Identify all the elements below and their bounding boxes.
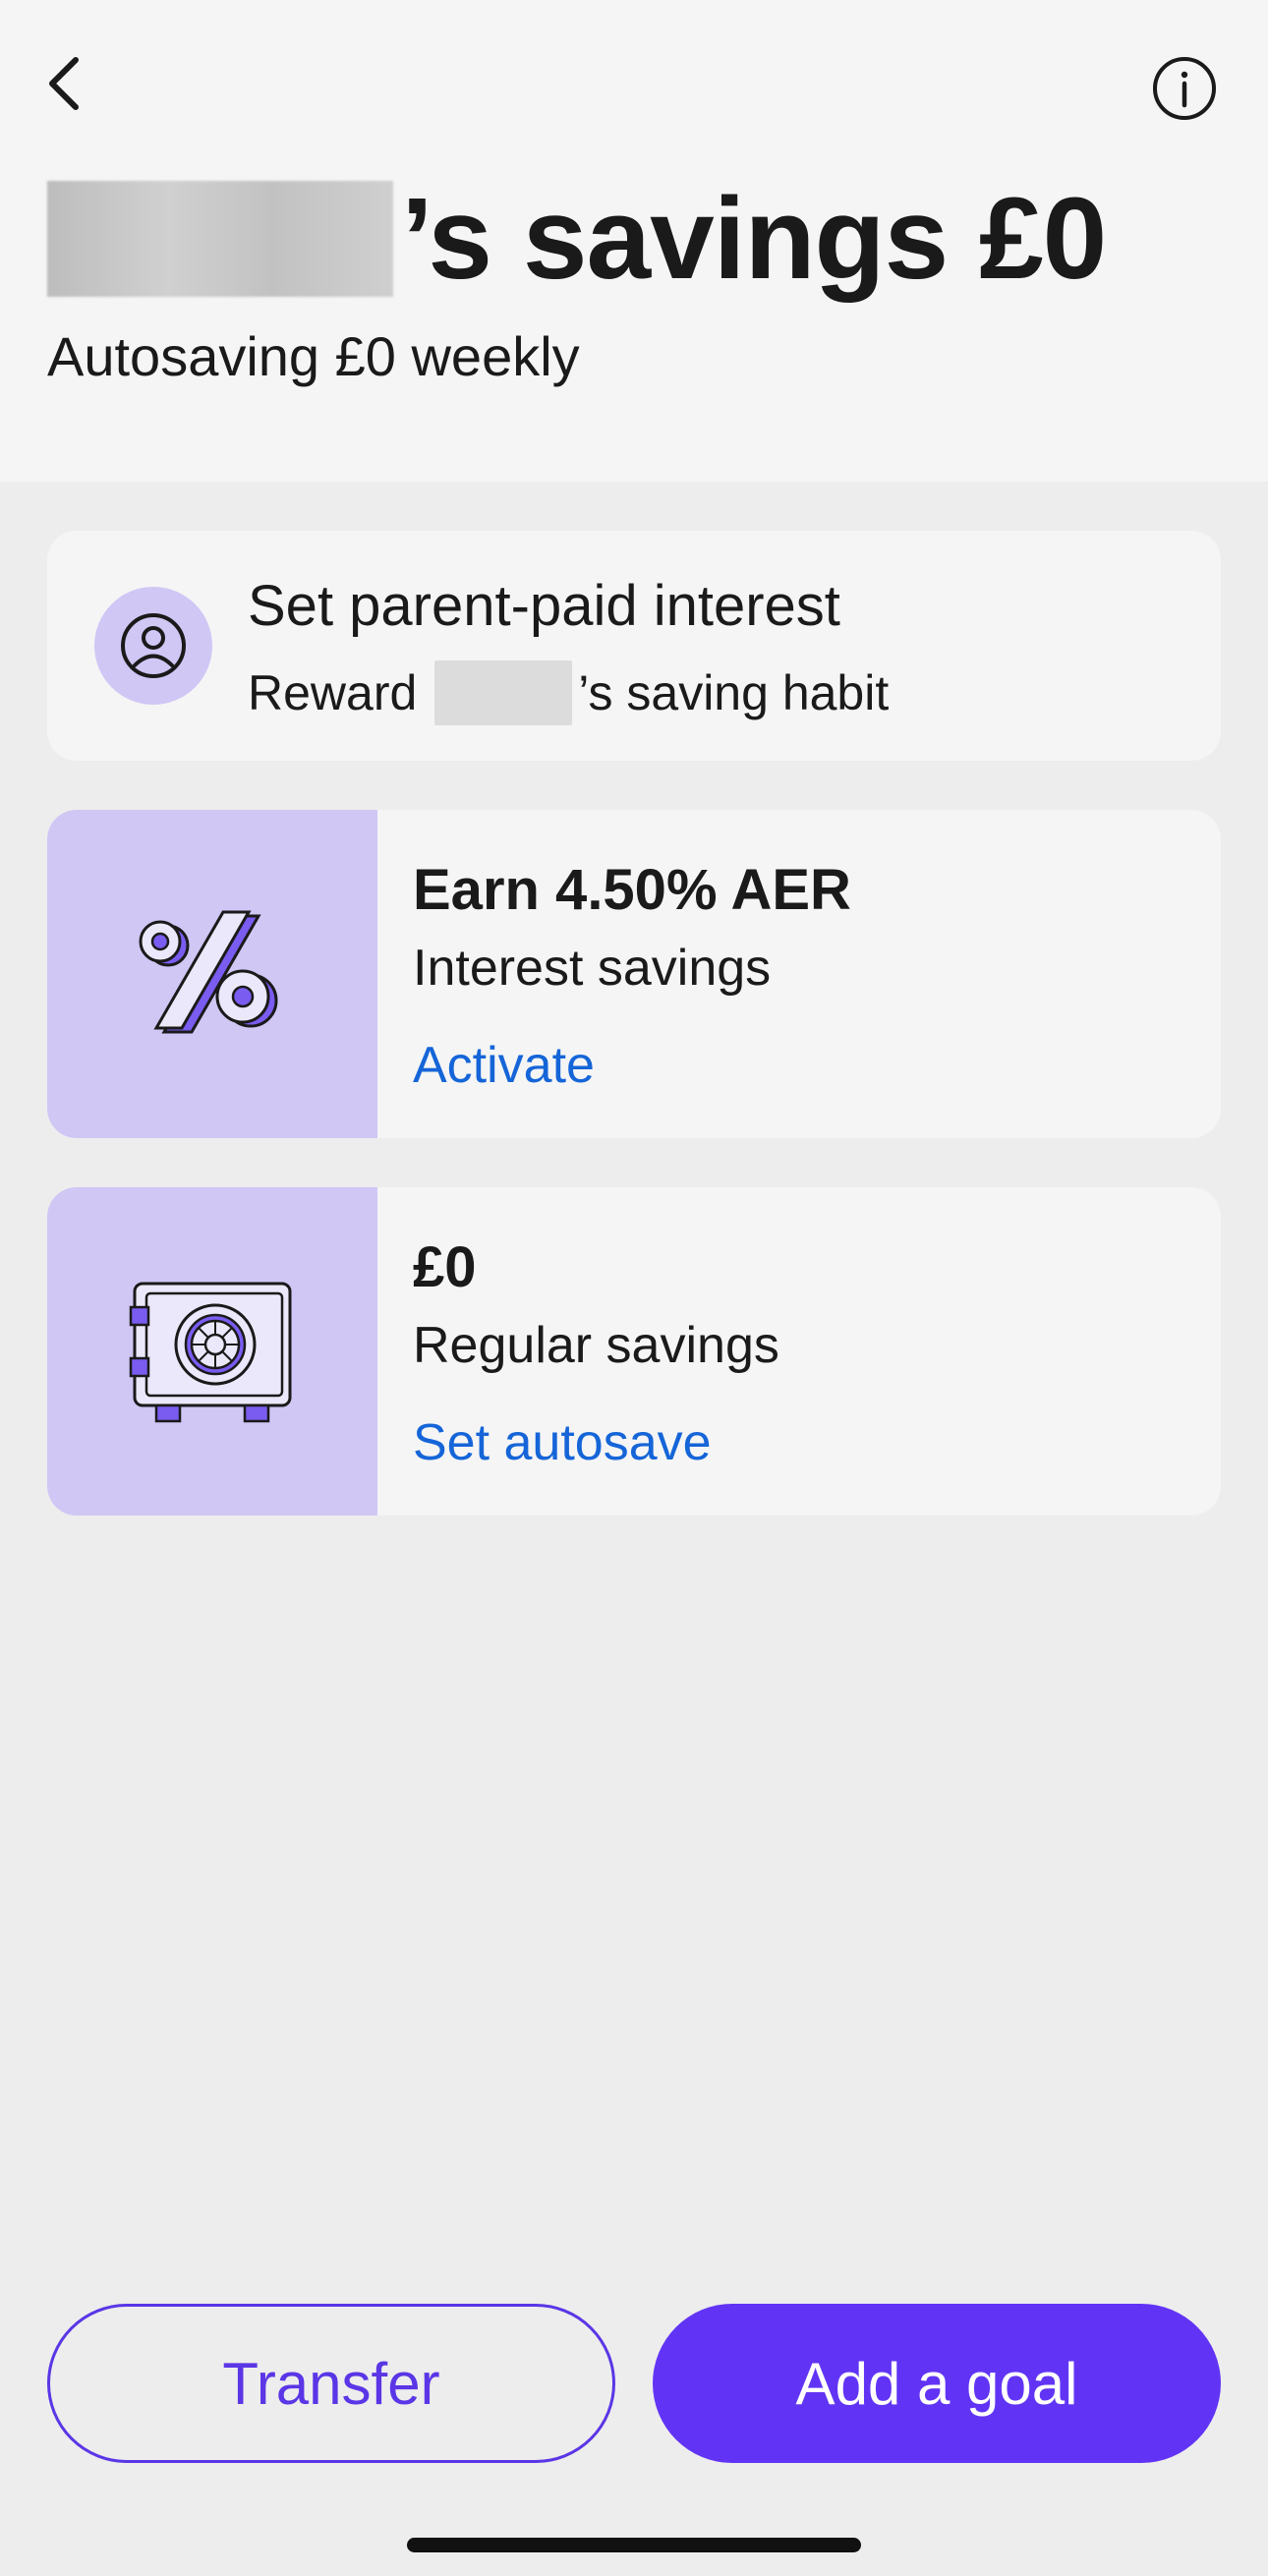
parent-interest-title: Set parent-paid interest bbox=[248, 574, 840, 638]
add-goal-button[interactable]: Add a goal bbox=[653, 2304, 1221, 2463]
interest-savings-label: Interest savings bbox=[413, 940, 772, 997]
parent-interest-card[interactable]: Set parent-paid interest Reward ’s savin… bbox=[47, 531, 1221, 761]
info-button[interactable] bbox=[1145, 49, 1224, 128]
activate-link[interactable]: Activate bbox=[413, 1037, 595, 1094]
avatar bbox=[94, 587, 212, 705]
set-autosave-link[interactable]: Set autosave bbox=[413, 1414, 712, 1471]
safe-icon bbox=[129, 1282, 292, 1423]
savings-balance: £0 bbox=[413, 1235, 477, 1299]
info-circle-icon bbox=[1153, 57, 1216, 120]
transfer-button[interactable]: Transfer bbox=[47, 2304, 615, 2463]
user-circle-icon bbox=[121, 613, 186, 678]
redacted-name bbox=[434, 660, 573, 725]
percent-icon bbox=[139, 910, 278, 1034]
interest-savings-card[interactable]: Earn 4.50% AER Interest savings Activate bbox=[47, 810, 1221, 1138]
header: ’s savings £0 Autosaving £0 weekly bbox=[0, 0, 1268, 482]
aer-rate: Earn 4.50% AER bbox=[413, 858, 851, 922]
chevron-left-icon bbox=[49, 57, 79, 110]
feature-illustration bbox=[47, 1187, 377, 1516]
page-title-text: ’s savings £0 bbox=[401, 174, 1107, 304]
feature-illustration bbox=[47, 810, 377, 1138]
home-indicator[interactable] bbox=[407, 2538, 861, 2552]
page-title: ’s savings £0 bbox=[47, 165, 1107, 313]
regular-savings-card[interactable]: £0 Regular savings Set autosave bbox=[47, 1187, 1221, 1516]
regular-savings-label: Regular savings bbox=[413, 1317, 779, 1374]
parent-interest-subtitle: Reward ’s saving habit bbox=[248, 660, 889, 725]
subtitle-suffix: ’s saving habit bbox=[578, 664, 890, 720]
back-button[interactable] bbox=[29, 39, 98, 128]
redacted-name bbox=[47, 181, 393, 297]
autosave-summary: Autosaving £0 weekly bbox=[47, 325, 580, 387]
subtitle-prefix: Reward bbox=[248, 664, 418, 720]
